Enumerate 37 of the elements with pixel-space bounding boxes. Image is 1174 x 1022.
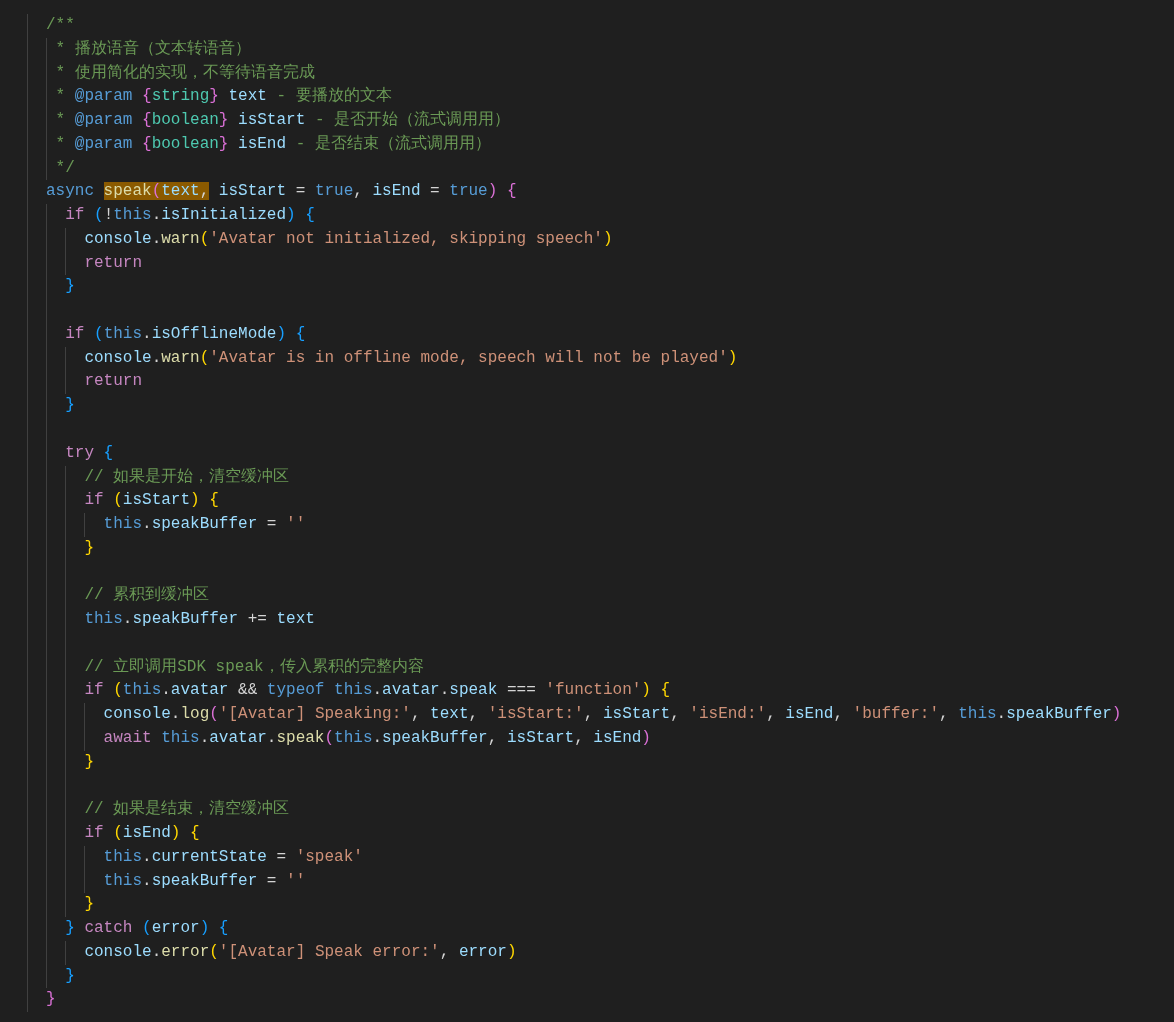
code-line: async speak(text, isStart = true, isEnd = true) { bbox=[46, 181, 517, 203]
code-line: if (this.avatar && typeof this.avatar.speak === 'function') { bbox=[83, 680, 671, 702]
code-line: // 如果是开始，清空缓冲区 bbox=[83, 466, 290, 488]
code-line: } bbox=[83, 751, 94, 773]
code-line: } bbox=[83, 894, 94, 916]
code-line: * @param {boolean} isEnd - 是否结束（流式调用用） bbox=[54, 133, 491, 155]
code-line: this.currentState = 'speak' bbox=[102, 846, 363, 868]
code-line: } bbox=[83, 537, 94, 559]
code-line: } bbox=[64, 395, 75, 417]
code-line: * @param {boolean} isStart - 是否开始（流式调用用） bbox=[54, 109, 511, 132]
code-line: if (isStart) { bbox=[83, 490, 219, 512]
code-line: } bbox=[46, 989, 56, 1011]
code-line: console.warn('Avatar not initialized, skipping speech') bbox=[83, 228, 613, 250]
code-line: // 立即调用SDK speak，传入累积的完整内容 bbox=[83, 656, 424, 678]
code-line: console.log('[Avatar] Speaking:', text, 'isStart:', isStart, 'isEnd:', isEnd, 'buffer:', this.speakBuffer) bbox=[102, 704, 1122, 726]
code-line: * 播放语音（文本转语音） bbox=[54, 38, 251, 60]
code-line: if (this.isOfflineMode) { bbox=[64, 323, 306, 345]
code-line: return bbox=[83, 371, 142, 393]
code-line: } bbox=[64, 276, 75, 298]
code-line: // 累积到缓冲区 bbox=[83, 585, 210, 607]
code-line: * @param {string} text - 要播放的文本 bbox=[54, 85, 392, 108]
code-line: this.speakBuffer = '' bbox=[102, 870, 306, 892]
code-line: await this.avatar.speak(this.speakBuffer, isStart, isEnd) bbox=[102, 727, 651, 749]
code-line: if (!this.isInitialized) { bbox=[64, 205, 315, 227]
code-line: // 如果是结束，清空缓冲区 bbox=[83, 798, 290, 821]
code-line: */ bbox=[54, 157, 75, 179]
code-line: this.speakBuffer += text bbox=[83, 609, 315, 631]
code-line: * 使用简化的实现，不等待语音完成 bbox=[54, 62, 315, 84]
code-line: } bbox=[64, 965, 75, 987]
code-line: console.warn('Avatar is in offline mode, speech will not be played') bbox=[83, 347, 738, 369]
code-line: try { bbox=[64, 442, 114, 464]
code-line: } catch (error) { bbox=[64, 918, 229, 940]
code-line: console.error('[Avatar] Speak error:', error) bbox=[83, 941, 517, 963]
code-line: /** bbox=[46, 15, 75, 36]
code-line: this.speakBuffer = '' bbox=[102, 514, 306, 536]
code-line: return bbox=[83, 252, 142, 274]
code-line: if (isEnd) { bbox=[83, 823, 200, 845]
